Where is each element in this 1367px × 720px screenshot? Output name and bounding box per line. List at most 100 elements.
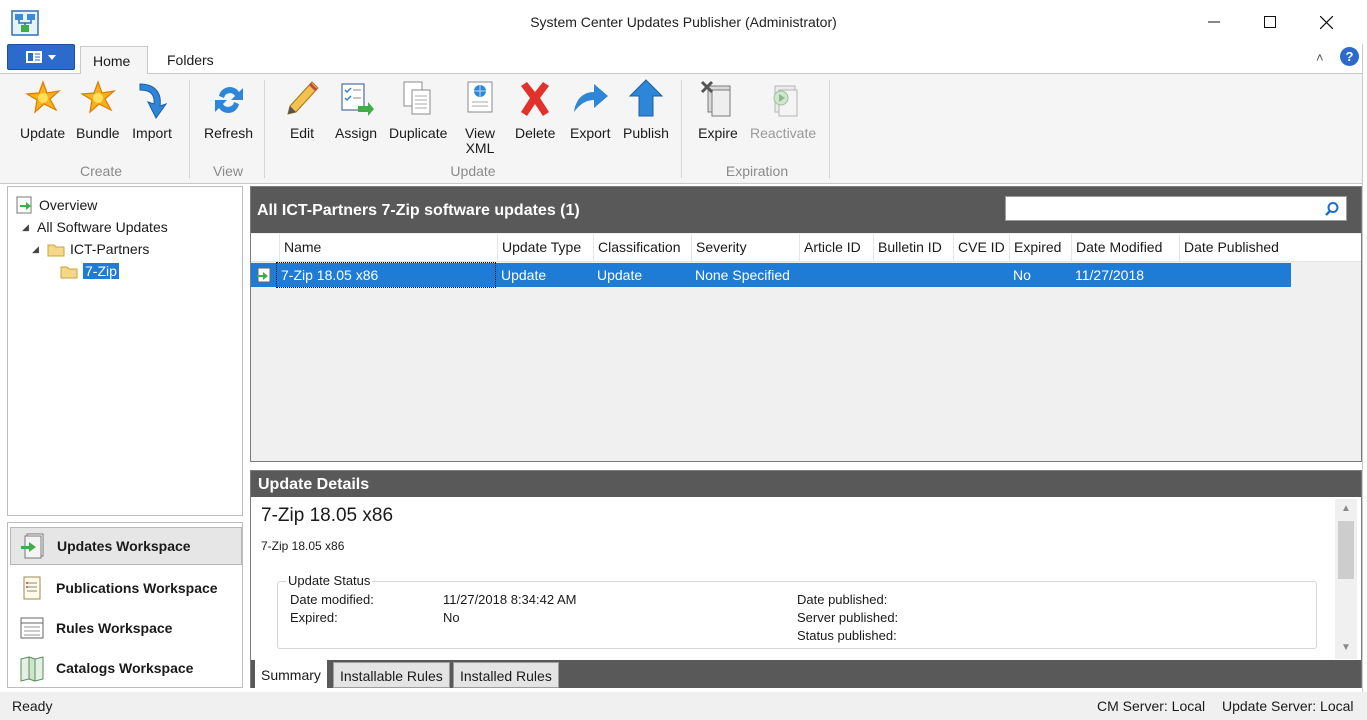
refresh-icon [214,87,243,113]
scroll-thumb[interactable] [1338,521,1354,579]
group-label-view: View [212,163,244,179]
tab-summary[interactable]: Summary [255,660,327,688]
cm-server-status: CM Server: Local [1097,698,1206,714]
expire-button[interactable]: Expire [698,78,738,141]
cell-date-published [1179,263,1291,287]
label-server-published: Server published: [797,610,899,625]
maximize-button[interactable] [1250,8,1290,36]
cell-article-id [799,263,873,287]
tree-item-all-software-updates[interactable]: ◢ All Software Updates [22,219,168,235]
details-scrollbar[interactable]: ▲ ▼ [1335,499,1357,659]
delete-button[interactable]: Delete [515,78,555,141]
label-date-modified: Date modified: [290,592,374,607]
reactivate-icon [773,85,798,117]
help-icon[interactable]: ? [1340,47,1359,66]
tree-item-overview[interactable]: Overview [16,196,97,214]
table-row[interactable]: 7-Zip 18.05 x86 Update Update None Speci… [251,262,1291,288]
rules-workspace-button[interactable]: Rules Workspace [10,609,242,647]
new-bundle-icon [79,80,116,114]
column-header-expired[interactable]: Expired [1009,234,1071,262]
column-header-classification[interactable]: Classification [593,234,691,262]
view-xml-icon [467,81,493,113]
publications-workspace-button[interactable]: Publications Workspace [10,569,242,607]
tab-home[interactable]: Home [80,46,148,75]
value-expired: No [443,610,460,625]
export-arrow-icon [574,84,609,112]
label-date-published: Date published: [797,592,888,607]
tree-item-ict-partners[interactable]: ◢ ICT-Partners [32,241,149,257]
update-server-status: Update Server: Local [1222,698,1354,714]
duplicate-button[interactable]: Duplicate [389,78,447,141]
search-input[interactable] [1005,196,1347,221]
updates-workspace-icon [21,533,44,559]
update-details-panel: Update Details 7-Zip 18.05 x86 7-Zip 18.… [250,470,1362,688]
pencil-icon [287,81,319,115]
column-header-severity[interactable]: Severity [691,234,799,262]
updates-list-panel: All ICT-Partners 7-Zip software updates … [250,186,1362,462]
ribbon-collapse-icon[interactable]: ˄ [1316,50,1324,65]
ribbon-tab-strip: Home Folders ˄ ? [0,44,1367,75]
navigation-tree: Overview ◢ All Software Updates ◢ ICT-Pa… [7,186,243,516]
catalogs-workspace-button[interactable]: Catalogs Workspace [10,649,242,687]
cell-update-type: Update [501,267,547,283]
status-text: Ready [12,698,53,714]
label-status-published: Status published: [797,628,897,643]
tab-installable-rules[interactable]: Installable Rules [333,662,450,688]
group-separator [829,80,830,178]
group-separator [681,80,682,178]
column-header-date-modified[interactable]: Date Modified [1071,234,1179,262]
update-button[interactable]: Update [20,78,65,141]
reactivate-button[interactable]: Reactivate [750,78,816,141]
list-header: All ICT-Partners 7-Zip software updates … [251,187,1361,233]
column-header-bulletin-id[interactable]: Bulletin ID [873,234,953,262]
group-label-update: Update [450,163,496,179]
maximize-icon [1264,16,1276,28]
minimize-button[interactable] [1194,8,1234,36]
tree-item-7-zip[interactable]: 7-Zip [60,263,119,279]
app-menu-button[interactable] [7,44,75,70]
rules-workspace-icon [20,617,44,639]
window-title: System Center Updates Publisher (Adminis… [530,14,837,30]
updates-workspace-button[interactable]: Updates Workspace [10,527,242,565]
title-bar: System Center Updates Publisher (Adminis… [0,0,1367,44]
scroll-down-icon[interactable]: ▼ [1341,642,1351,653]
column-header-name[interactable]: Name [279,234,497,262]
cell-date-modified: 11/27/2018 [1075,267,1145,283]
cell-name: 7-Zip 18.05 x86 [276,262,496,288]
new-update-icon [24,80,61,114]
minimize-icon [1208,21,1220,23]
import-button[interactable]: Import [132,78,172,141]
expand-arrow-icon[interactable]: ◢ [22,222,32,233]
duplicate-icon [403,81,431,115]
column-headers: Name Update Type Classification Severity… [251,234,1361,262]
update-item-icon [257,267,271,283]
assign-checklist-icon [341,83,375,116]
close-button[interactable] [1306,8,1346,36]
column-header-update-type[interactable]: Update Type [497,234,593,262]
export-button[interactable]: Export [570,78,610,141]
publish-button[interactable]: Publish [623,78,669,141]
edit-button[interactable]: Edit [282,78,322,141]
refresh-button[interactable]: Refresh [204,78,253,141]
scroll-up-icon[interactable]: ▲ [1341,503,1351,514]
expand-arrow-icon[interactable]: ◢ [32,244,42,255]
publications-workspace-icon [23,576,41,600]
details-description: 7-Zip 18.05 x86 [261,539,345,553]
delete-x-icon [521,82,550,116]
tab-installed-rules[interactable]: Installed Rules [453,662,559,688]
column-header-date-published[interactable]: Date Published [1179,234,1291,262]
value-date-modified: 11/27/2018 8:34:42 AM [443,592,577,607]
search-icon[interactable] [1324,201,1340,217]
view-xml-button[interactable]: View XML [460,78,500,156]
window-right-edge [1362,44,1367,692]
tab-folders[interactable]: Folders [155,46,227,75]
column-header-article-id[interactable]: Article ID [799,234,873,262]
column-header-cve-id[interactable]: CVE ID [953,234,1009,262]
bundle-button[interactable]: Bundle [76,78,120,141]
chevron-down-icon [48,54,56,60]
publish-arrow-icon [628,79,664,117]
details-tab-strip: Summary Installable Rules Installed Rule… [251,660,1361,688]
update-status-group: Update Status Date modified: 11/27/2018 … [277,573,1317,649]
assign-button[interactable]: Assign [335,78,377,141]
cell-classification: Update [597,267,643,283]
